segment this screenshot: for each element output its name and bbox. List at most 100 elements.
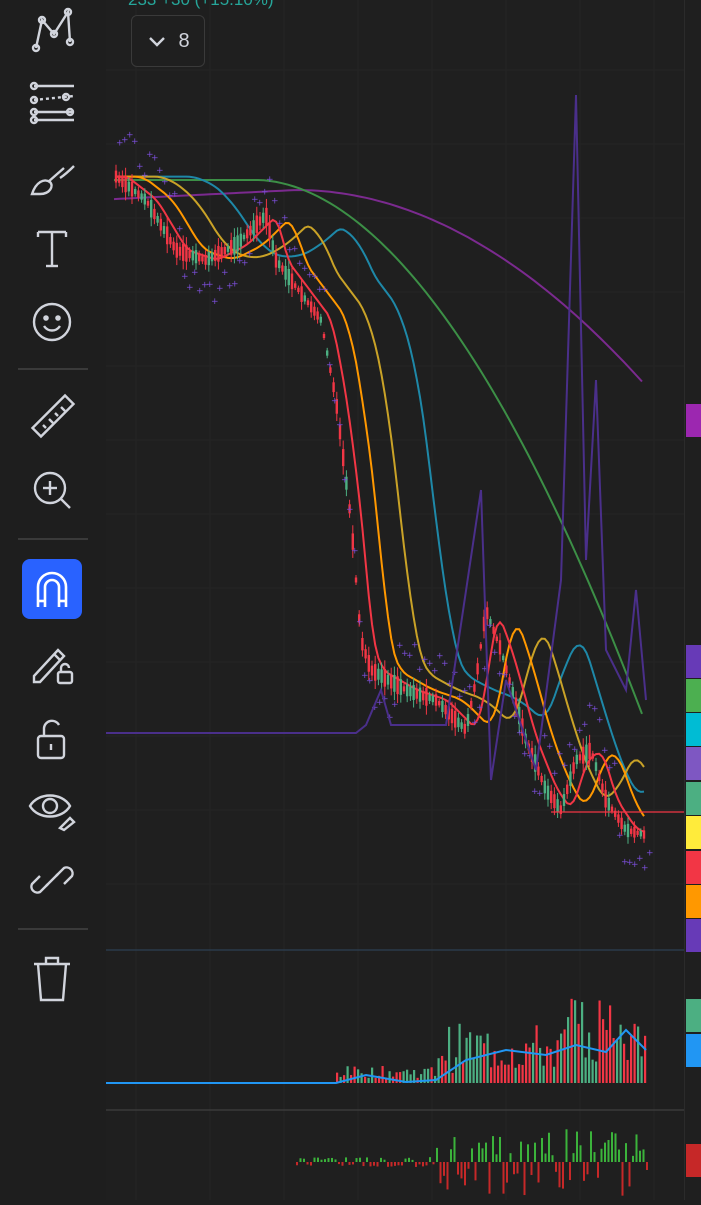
ruler-button[interactable] [22,388,82,448]
histogram-bar [590,1131,592,1162]
volume-bar [441,1055,444,1083]
candle-body [642,830,646,839]
lock-button[interactable] [22,708,82,768]
lock-drawing-pencil-button[interactable] [22,632,82,692]
histogram-bar [544,1153,547,1162]
psar-marker: + [176,224,184,234]
volume-bar [469,1032,472,1083]
candle-body [306,300,310,306]
psar-marker: + [241,258,249,268]
histogram-bar [467,1162,470,1169]
psar-marker: + [571,745,579,755]
volume-bar [584,1057,587,1083]
candle-body [562,794,566,806]
candle-body [569,771,572,786]
candle-body [364,649,367,659]
candle-body [626,823,630,838]
candle-body [239,233,242,247]
histogram-bar [373,1162,375,1166]
histogram-bar [583,1162,585,1181]
psar-marker: + [186,283,194,293]
histogram-bar [408,1157,410,1162]
candle-body [332,382,335,393]
candle-body [284,265,287,280]
psar-marker: + [416,665,424,675]
psar-marker: + [486,621,494,631]
text-tool-button[interactable] [22,218,82,278]
candle-body [438,701,441,706]
candle-body [636,830,639,835]
emoji-button[interactable] [22,290,82,350]
candle-body [169,237,172,245]
candle-body [220,247,223,258]
volume-bar [605,1029,608,1083]
histogram-bar [376,1162,379,1167]
histogram-bar [506,1162,508,1183]
histogram-bar [551,1155,554,1162]
candle-body [454,710,457,728]
text-tool-icon [36,230,68,268]
magnet-button[interactable] [22,559,82,619]
histogram-bar [397,1162,400,1166]
trash-button[interactable] [22,948,82,1008]
psar-marker: + [641,864,649,874]
lock-drawing-pencil-icon [32,648,74,685]
volume-bar [525,1043,528,1083]
volume-bar [577,1023,580,1083]
collapse-indicators-button[interactable]: 8 [131,15,205,67]
toolbar-separator [18,538,88,540]
candle-body [290,273,294,290]
candle-body [124,175,127,193]
chart-pane[interactable]: + + + + + + + + + + + + + + + + + + + + + + + + + + + + + + + + + + + + + + + +… [106,0,684,1200]
candle-body [630,828,633,834]
candle-body [546,785,550,800]
histogram-bar [345,1157,347,1162]
candle-body [460,722,463,729]
histogram-bar [593,1152,596,1162]
volume-bar [616,1040,619,1083]
psar-marker: + [491,648,499,658]
price-scale-marker [686,999,701,1032]
candle-body [610,806,614,812]
candle-body [553,794,556,809]
trend-line-tools-button[interactable] [22,0,82,60]
volume-bar [546,1046,549,1083]
candle-body [214,249,217,261]
volume-bar [588,1032,591,1083]
histogram-bar [415,1162,417,1167]
volume-bar [553,1066,556,1083]
psar-marker: + [351,546,359,556]
histogram-bar [523,1162,526,1196]
fib-tools-button[interactable] [22,70,82,130]
histogram-bar [499,1136,501,1162]
link-button[interactable] [22,850,82,910]
candle-body [578,754,582,761]
volume-bar [381,1066,384,1083]
brush-button[interactable] [22,148,82,208]
zoom-in-button[interactable] [22,458,82,518]
candle-body [601,783,604,793]
candle-body [134,189,137,195]
candle-body [470,700,473,708]
histogram-bar [453,1137,456,1162]
psar-marker: + [581,720,589,730]
psar-marker: + [336,420,344,430]
candle-body [425,687,428,706]
price-scale-marker [686,645,701,678]
histogram-bar [597,1162,599,1178]
candle-body [473,684,476,692]
candle-body [607,797,610,811]
histogram-bar [432,1162,435,1165]
histogram-bar [303,1158,305,1162]
candle-body [156,216,159,223]
eye-button[interactable] [22,778,82,838]
psar-marker: + [471,718,479,728]
price-chart[interactable]: ++++++++++++++++++++++++++++++++++++++++… [106,0,684,1200]
candle-body [233,237,236,255]
volume-bar [567,1017,570,1083]
histogram-bar [324,1159,326,1162]
candle-body [550,790,553,804]
histogram-bar [614,1133,617,1162]
volume-bar [511,1048,514,1083]
candle-body [326,350,329,356]
